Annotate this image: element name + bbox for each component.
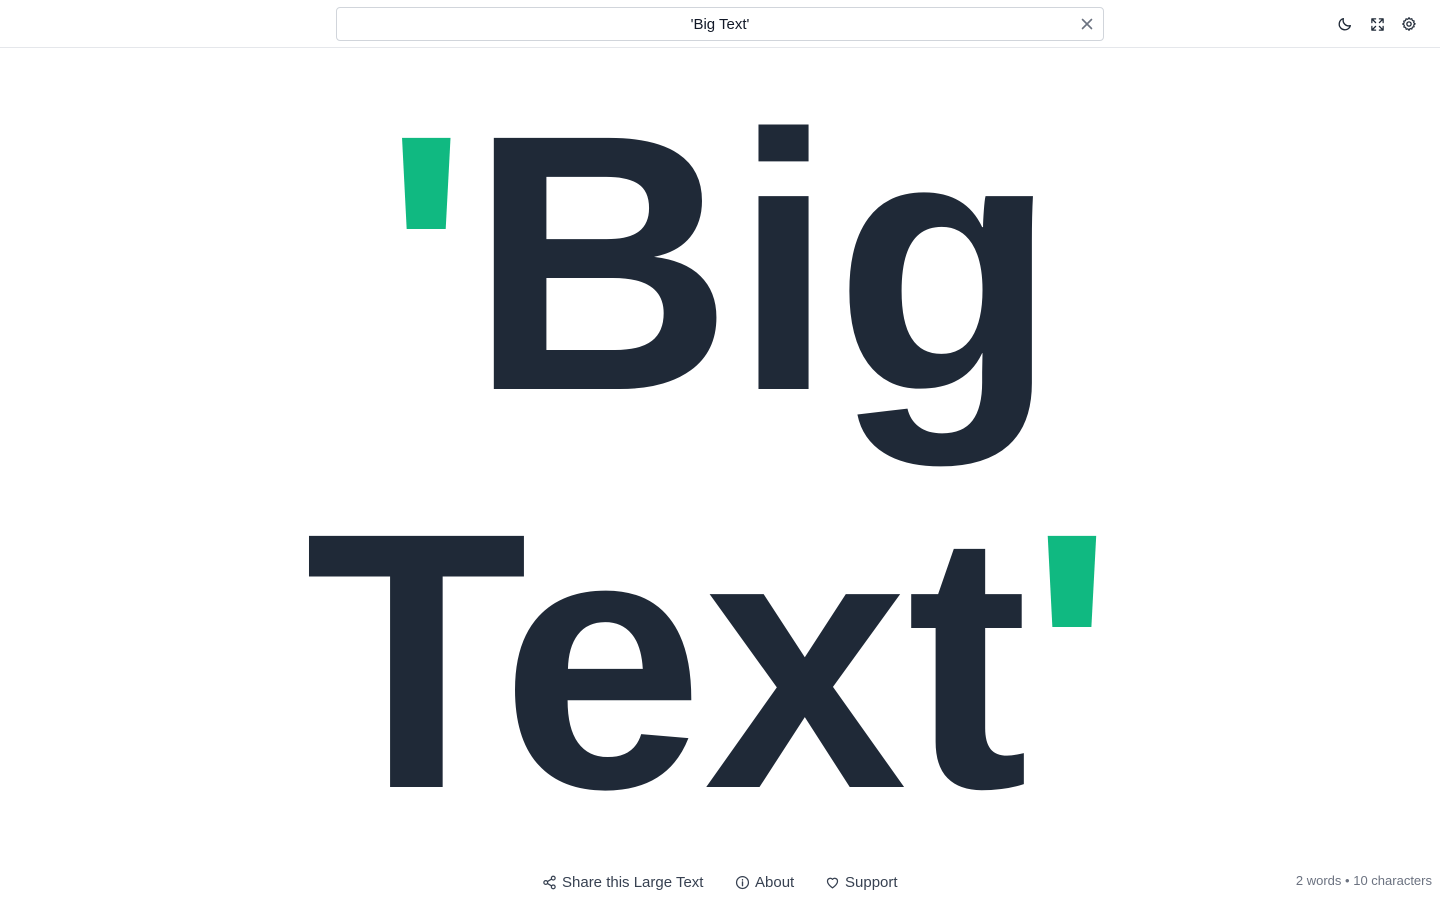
- big-text-line-1: 'Big: [383, 60, 1058, 469]
- word-count: 2 words: [1295, 873, 1342, 888]
- big-text-line-2: Text': [305, 458, 1115, 849]
- top-bar: [0, 0, 1440, 48]
- support-label: Support: [845, 873, 898, 891]
- info-icon: [735, 875, 750, 890]
- character-count: 10 characters: [1353, 873, 1432, 888]
- clear-icon[interactable]: [1079, 16, 1095, 32]
- heart-icon: [825, 875, 840, 890]
- support-link[interactable]: Support: [825, 872, 898, 892]
- moon-icon[interactable]: [1335, 14, 1355, 34]
- big-text-display: 'Big Text': [0, 49, 1440, 849]
- big-text-canvas: 'Big Text': [305, 60, 1115, 849]
- text-input-container: [336, 7, 1104, 41]
- expand-icon[interactable]: [1367, 14, 1387, 34]
- text-input[interactable]: [337, 8, 1103, 40]
- stats-separator: •: [1345, 873, 1350, 888]
- text-stats: 2 words • 10 characters: [1296, 873, 1432, 888]
- about-label: About: [755, 873, 795, 891]
- share-link[interactable]: Share this Large Text: [542, 872, 703, 892]
- share-icon: [542, 875, 557, 890]
- closing-quote: ': [1028, 458, 1115, 849]
- opening-quote: ': [383, 60, 470, 467]
- word-big: Big: [469, 60, 1057, 469]
- about-link[interactable]: About: [735, 872, 794, 892]
- word-text: Text: [305, 458, 1028, 849]
- share-label: Share this Large Text: [562, 873, 704, 891]
- gear-icon[interactable]: [1399, 14, 1419, 34]
